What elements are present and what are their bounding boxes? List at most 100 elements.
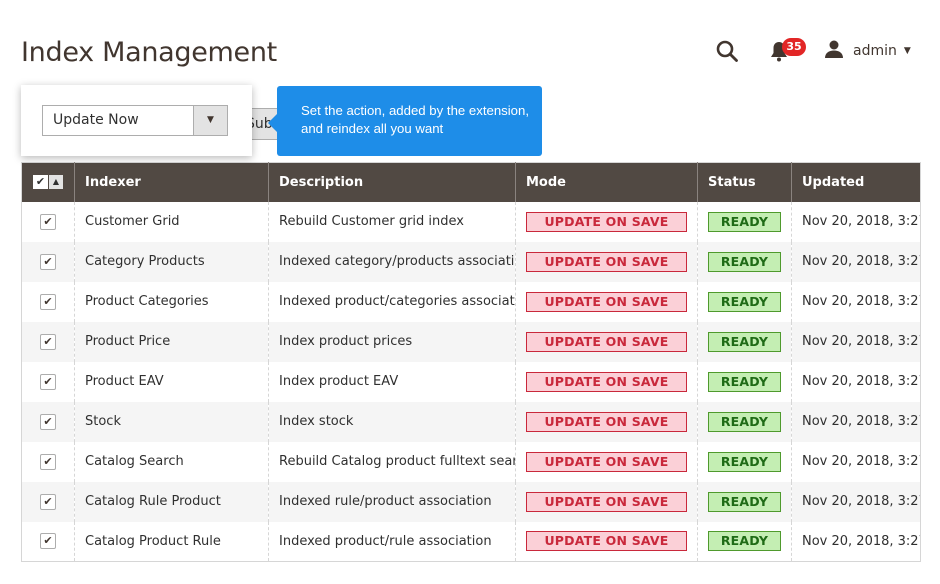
mode-cell: UPDATE ON SAVE xyxy=(515,401,698,442)
status-cell: READY xyxy=(697,521,792,562)
updated-at: Nov 20, 2018, 3:27 xyxy=(791,321,921,362)
updated-at: Nov 20, 2018, 3:27 xyxy=(791,441,921,482)
indexer-name: Category Products xyxy=(74,241,269,282)
status-badge: READY xyxy=(708,451,781,472)
indexer-name: Catalog Search xyxy=(74,441,269,482)
mass-select-dropdown-icon[interactable]: ▲ xyxy=(49,175,63,190)
indexer-name: Stock xyxy=(74,401,269,442)
row-checkbox[interactable]: ✔ xyxy=(40,213,56,230)
table-row[interactable]: ✔ Catalog Search Rebuild Catalog product f… xyxy=(22,441,921,482)
indexer-description: Indexed rule/product association xyxy=(268,481,516,522)
mode-cell: UPDATE ON SAVE xyxy=(515,521,698,562)
chevron-down-icon[interactable]: ▼ xyxy=(193,106,227,135)
chevron-down-icon: ▼ xyxy=(903,46,911,56)
mode-badge: UPDATE ON SAVE xyxy=(526,291,687,312)
indexer-name: Customer Grid xyxy=(74,201,269,242)
row-select-cell: ✔ xyxy=(21,241,75,282)
updated-at: Nov 20, 2018, 3:27 xyxy=(791,201,921,242)
updated-at: Nov 20, 2018, 3:27 xyxy=(791,361,921,402)
indexer-grid: ✔ ▲ Indexer Description Mode Status Upda… xyxy=(21,162,921,562)
updated-at: Nov 20, 2018, 3:27 xyxy=(791,481,921,522)
mode-cell: UPDATE ON SAVE xyxy=(515,281,698,322)
column-header-mode[interactable]: Mode xyxy=(515,162,698,202)
status-cell: READY xyxy=(697,441,792,482)
indexer-name: Product Price xyxy=(74,321,269,362)
indexer-description: Rebuild Catalog product fulltext search xyxy=(268,441,516,482)
mode-badge: UPDATE ON SAVE xyxy=(526,531,687,552)
status-badge: READY xyxy=(708,211,781,232)
action-select-value: Update Now xyxy=(53,112,139,128)
mass-select-header[interactable]: ✔ ▲ xyxy=(21,162,75,202)
indexer-name: Product EAV xyxy=(74,361,269,402)
status-badge: READY xyxy=(708,371,781,392)
status-cell: READY xyxy=(697,241,792,282)
row-select-cell: ✔ xyxy=(21,401,75,442)
status-cell: READY xyxy=(697,321,792,362)
search-icon[interactable] xyxy=(715,39,739,63)
column-header-updated[interactable]: Updated xyxy=(791,162,921,202)
row-select-cell: ✔ xyxy=(22,362,75,402)
extension-tooltip: Set the action, added by the extension, … xyxy=(268,86,542,156)
user-icon xyxy=(824,40,844,62)
mode-cell: UPDATE ON SAVE xyxy=(515,441,698,482)
status-badge: READY xyxy=(708,331,781,352)
notification-count-badge[interactable]: 35 xyxy=(782,38,806,56)
mass-actions-panel: Update Now ▼ xyxy=(21,85,252,156)
row-select-cell: ✔ xyxy=(22,442,75,482)
status-badge: READY xyxy=(708,491,781,512)
status-cell: READY xyxy=(697,281,792,322)
status-cell: READY xyxy=(697,361,792,402)
table-row[interactable]: ✔ Product Categories Indexed product/categ… xyxy=(22,281,921,322)
row-select-cell: ✔ xyxy=(22,282,75,322)
updated-at: Nov 20, 2018, 3:27 xyxy=(791,281,921,322)
table-row[interactable]: ✔ Product EAV Index product EAV UPDATE ON S… xyxy=(22,361,921,402)
row-checkbox[interactable]: ✔ xyxy=(40,413,56,430)
updated-at: Nov 20, 2018, 3:27 xyxy=(791,401,921,442)
table-row[interactable]: ✔ Customer Grid Rebuild Customer grid inde… xyxy=(22,201,921,242)
check-all-icon[interactable]: ✔ xyxy=(33,175,48,190)
mode-badge: UPDATE ON SAVE xyxy=(526,411,687,432)
table-row[interactable]: ✔ Catalog Product Rule Indexed product/rul… xyxy=(22,521,921,562)
action-select[interactable]: Update Now ▼ xyxy=(42,105,228,136)
row-checkbox[interactable]: ✔ xyxy=(40,533,56,550)
indexer-description: Index product prices xyxy=(268,321,516,362)
column-header-indexer[interactable]: Indexer xyxy=(74,162,269,202)
row-checkbox[interactable]: ✔ xyxy=(40,453,56,470)
mode-badge: UPDATE ON SAVE xyxy=(526,491,687,512)
status-badge: READY xyxy=(708,411,781,432)
mode-badge: UPDATE ON SAVE xyxy=(526,211,687,232)
indexer-name: Product Categories xyxy=(74,281,269,322)
mode-badge: UPDATE ON SAVE xyxy=(526,251,687,272)
mode-badge: UPDATE ON SAVE xyxy=(526,371,687,392)
row-checkbox[interactable]: ✔ xyxy=(40,333,56,350)
page-title: Index Management xyxy=(21,37,277,68)
grid-header-row: ✔ ▲ Indexer Description Mode Status Upda… xyxy=(21,162,921,202)
status-cell: READY xyxy=(697,481,792,522)
row-checkbox[interactable]: ✔ xyxy=(40,293,56,310)
status-badge: READY xyxy=(708,531,781,552)
table-row[interactable]: ✔ Category Products Indexed category/produ… xyxy=(21,241,921,282)
column-header-status[interactable]: Status xyxy=(697,162,792,202)
status-badge: READY xyxy=(708,251,781,272)
indexer-description: Index product EAV xyxy=(268,361,516,402)
row-select-cell: ✔ xyxy=(22,522,75,562)
row-checkbox[interactable]: ✔ xyxy=(40,253,56,270)
updated-at: Nov 20, 2018, 3:27 xyxy=(791,241,921,282)
table-row[interactable]: ✔ Stock Index stock UPDATE ON SAVE READY Nov … xyxy=(21,401,921,442)
user-menu[interactable]: admin ▼ xyxy=(824,40,911,62)
indexer-description: Indexed product/rule association xyxy=(268,521,516,562)
row-checkbox[interactable]: ✔ xyxy=(40,373,56,390)
row-select-cell: ✔ xyxy=(21,321,75,362)
indexer-name: Catalog Rule Product xyxy=(74,481,269,522)
table-row[interactable]: ✔ Product Price Index product prices UPDATE… xyxy=(21,321,921,362)
mode-cell: UPDATE ON SAVE xyxy=(515,361,698,402)
row-select-cell: ✔ xyxy=(21,481,75,522)
mode-cell: UPDATE ON SAVE xyxy=(515,241,698,282)
status-cell: READY xyxy=(697,201,792,242)
table-row[interactable]: ✔ Catalog Rule Product Indexed rule/produc… xyxy=(21,481,921,522)
indexer-description: Indexed product/categories association xyxy=(268,281,516,322)
indexer-description: Indexed category/products association xyxy=(268,241,516,282)
status-cell: READY xyxy=(697,401,792,442)
column-header-description[interactable]: Description xyxy=(268,162,516,202)
row-checkbox[interactable]: ✔ xyxy=(40,493,56,510)
